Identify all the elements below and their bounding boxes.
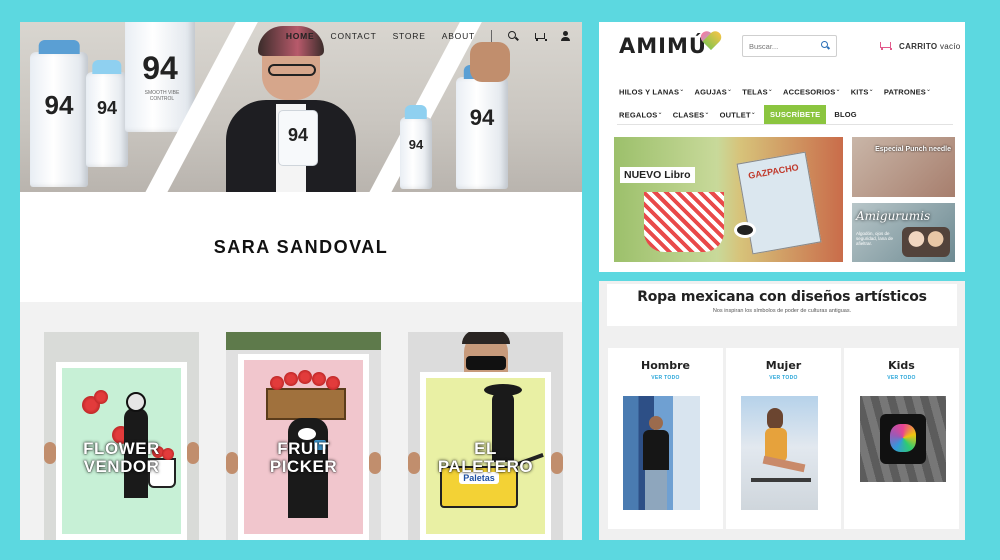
spray-can: 94 [30,40,88,187]
spray-can: 94 [456,65,508,189]
section-subtitle: Nos inspiran los símbolos de poder de cu… [712,308,852,314]
hand [470,42,510,82]
promo-punch-needle[interactable]: Especial Punch needle [852,137,955,197]
category-card-hombre[interactable]: Hombre VER TODO [608,348,723,529]
print-card-fruit-picker[interactable]: FRUIT PICKER [226,332,381,540]
nav-home[interactable]: HOME [286,31,315,41]
nav-divider [491,30,492,42]
menu-item-outlet[interactable]: OUTLET⌄ [718,106,758,123]
see-all-link[interactable]: VER TODO [608,372,723,381]
see-all-link[interactable]: VER TODO [844,372,959,381]
nav-contact[interactable]: CONTACT [331,31,377,41]
main-menu-row-1: HILOS Y LANAS⌄ AGUJAS⌄ TELAS⌄ ACCESORIOS… [617,83,933,100]
menu-item-kits[interactable]: KITS⌄ [849,83,876,100]
nav-about[interactable]: ABOUT [442,31,475,41]
spray-can: 94 [86,60,128,167]
nav-store[interactable]: STORE [393,31,426,41]
sara-sandoval-site: 94 94 94 SMOOTH VIBE CONTROL 94 94 94 HO… [20,22,582,540]
category-photo-kids [860,396,946,482]
cart-icon[interactable] [879,41,892,51]
banner-label: NUEVO Libro [620,167,695,183]
menu-item-patrones[interactable]: PATRONES⌄ [882,83,933,100]
menu-item-agujas[interactable]: AGUJAS⌄ [692,83,734,100]
print-title: EL PALETERO [437,439,534,476]
promo-banner-nuevo-libro[interactable]: NUEVO Libro GAZPACHO [614,137,843,262]
prints-grid: FLOWER VENDOR FRUIT PICKER Paletas EL PA… [44,332,563,540]
menu-divider [617,124,953,125]
menu-item-telas[interactable]: TELAS⌄ [740,83,775,100]
menu-item-regalos[interactable]: REGALOS⌄ [617,106,665,123]
category-grid: Hombre VER TODO Mujer VER TODO Kids VER … [608,348,959,529]
artist-photo: 94 [220,26,360,192]
cart-link[interactable]: CARRITO vacío [899,42,961,51]
category-card-kids[interactable]: Kids VER TODO [844,348,959,529]
menu-item-clases[interactable]: CLASES⌄ [671,106,712,123]
top-nav: HOME CONTACT STORE ABOUT [286,30,570,42]
search-icon[interactable] [821,41,830,50]
spray-can: 94 [400,105,432,189]
can-label: SMOOTH VIBE CONTROL [144,90,180,102]
section-header: Ropa mexicana con diseños artísticos Nos… [607,284,957,326]
print-card-el-paletero[interactable]: Paletas EL PALETERO [408,332,563,540]
print-title: FRUIT PICKER [269,439,338,476]
category-photo-mujer [741,396,818,510]
subscribe-button[interactable]: SUSCRÍBETE [764,105,827,124]
menu-item-hilos[interactable]: HILOS Y LANAS⌄ [617,83,686,100]
user-icon[interactable] [560,31,570,41]
search-icon[interactable] [508,31,518,41]
ropa-mexicana-site: Ropa mexicana con diseños artísticos Nos… [599,281,965,540]
category-photo-hombre [623,396,700,510]
spray-can: 94 SMOOTH VIBE CONTROL [125,22,195,132]
artist-name-band: SARA SANDOVAL [20,192,582,302]
amimu-logo[interactable]: AMIMÚ [619,34,707,58]
print-card-flower-vendor[interactable]: FLOWER VENDOR [44,332,199,540]
coffee-cup [734,222,756,238]
book-cover: GAZPACHO [736,151,822,255]
section-title: Ropa mexicana con diseños artísticos [637,289,927,305]
menu-item-accesorios[interactable]: ACCESORIOS⌄ [781,83,843,100]
heart-logo-icon [700,32,722,54]
artist-name: SARA SANDOVAL [213,236,389,257]
hero-banner: 94 94 94 SMOOTH VIBE CONTROL 94 94 94 HO… [20,22,582,192]
search-input[interactable]: Buscar... [742,35,837,57]
main-menu-row-2: REGALOS⌄ CLASES⌄ OUTLET⌄ SUSCRÍBETE BLOG [617,105,859,124]
category-card-mujer[interactable]: Mujer VER TODO [726,348,841,529]
amigurumi-basket [644,192,724,252]
amimu-site: AMIMÚ Buscar... CARRITO vacío HILOS Y LA… [599,22,965,272]
promo-amigurumis[interactable]: Amigurumis Algodón, ojos de seguridad, l… [852,203,955,262]
print-title: FLOWER VENDOR [83,439,160,476]
amigurumi-dolls [902,227,950,257]
menu-item-blog[interactable]: BLOG [832,107,858,122]
cart-icon[interactable] [534,31,547,41]
see-all-link[interactable]: VER TODO [726,372,841,381]
site-header: AMIMÚ Buscar... CARRITO vacío [599,22,965,70]
